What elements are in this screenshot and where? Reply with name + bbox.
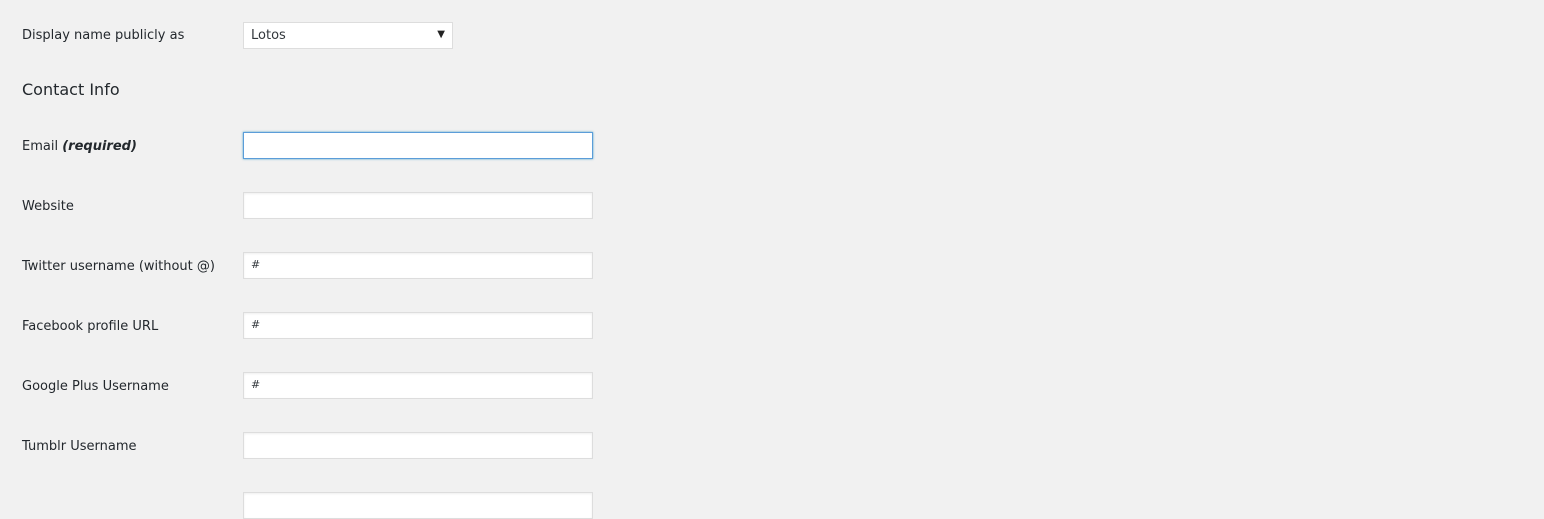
dropdown-arrow-icon: ▼ [437, 29, 445, 40]
email-label: Email (required) [22, 139, 137, 154]
email-input[interactable] [243, 132, 593, 159]
display-name-value: Lotos [251, 28, 286, 43]
twitter-input[interactable]: # [243, 252, 593, 279]
facebook-label: Facebook profile URL [22, 319, 159, 334]
google-plus-value: # [251, 378, 261, 391]
twitter-label: Twitter username (without @) [22, 259, 215, 274]
website-label: Website [22, 199, 74, 214]
tumblr-input[interactable] [243, 432, 593, 459]
google-plus-label: Google Plus Username [22, 379, 169, 394]
contact-info-heading: Contact Info [22, 80, 120, 99]
display-name-label: Display name publicly as [22, 28, 185, 43]
tumblr-label: Tumblr Username [22, 439, 137, 454]
google-plus-input[interactable]: # [243, 372, 593, 399]
display-name-select[interactable]: Lotos ▼ [243, 22, 453, 49]
required-note: (required) [62, 139, 137, 154]
facebook-input[interactable]: # [243, 312, 593, 339]
facebook-value: # [251, 318, 261, 331]
next-field-input[interactable] [243, 492, 593, 519]
twitter-value: # [251, 258, 261, 271]
website-input[interactable] [243, 192, 593, 219]
email-label-text: Email [22, 139, 59, 154]
